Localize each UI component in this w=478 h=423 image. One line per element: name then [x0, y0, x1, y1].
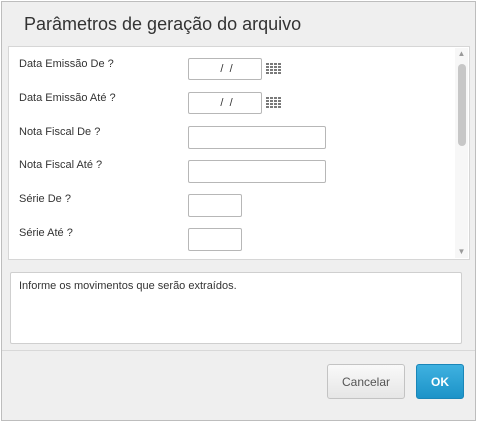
date-from-input[interactable] — [188, 58, 262, 80]
dialog-title: Parâmetros de geração do arquivo — [24, 14, 302, 34]
vertical-scrollbar[interactable]: ▲ ▼ — [455, 48, 468, 258]
series-to-label: Série Até ? — [19, 227, 73, 239]
calendar-icon[interactable] — [266, 63, 281, 76]
parameters-panel: Data Emissão De ? Data Emissão Até ? Not… — [8, 46, 470, 260]
invoice-from-input[interactable] — [188, 126, 326, 149]
date-from-label: Data Emissão De ? — [19, 58, 114, 70]
scroll-down-arrow-icon[interactable]: ▼ — [455, 246, 468, 258]
scroll-thumb[interactable] — [458, 64, 466, 146]
cancel-button[interactable]: Cancelar — [327, 364, 405, 399]
invoice-to-label: Nota Fiscal Até ? — [19, 159, 103, 171]
ok-button[interactable]: OK — [416, 364, 464, 399]
calendar-icon[interactable] — [266, 97, 281, 110]
parameters-dialog: Parâmetros de geração do arquivo Data Em… — [1, 1, 476, 421]
series-from-label: Série De ? — [19, 193, 71, 205]
invoice-to-input[interactable] — [188, 160, 326, 183]
invoice-from-label: Nota Fiscal De ? — [19, 126, 101, 138]
date-to-label: Data Emissão Até ? — [19, 92, 116, 104]
series-to-input[interactable] — [188, 228, 242, 251]
help-text: Informe os movimentos que serão extraído… — [19, 280, 237, 292]
footer-divider — [2, 350, 475, 351]
scroll-up-arrow-icon[interactable]: ▲ — [455, 48, 468, 60]
help-box: Informe os movimentos que serão extraído… — [10, 272, 462, 344]
date-to-input[interactable] — [188, 92, 262, 114]
series-from-input[interactable] — [188, 194, 242, 217]
